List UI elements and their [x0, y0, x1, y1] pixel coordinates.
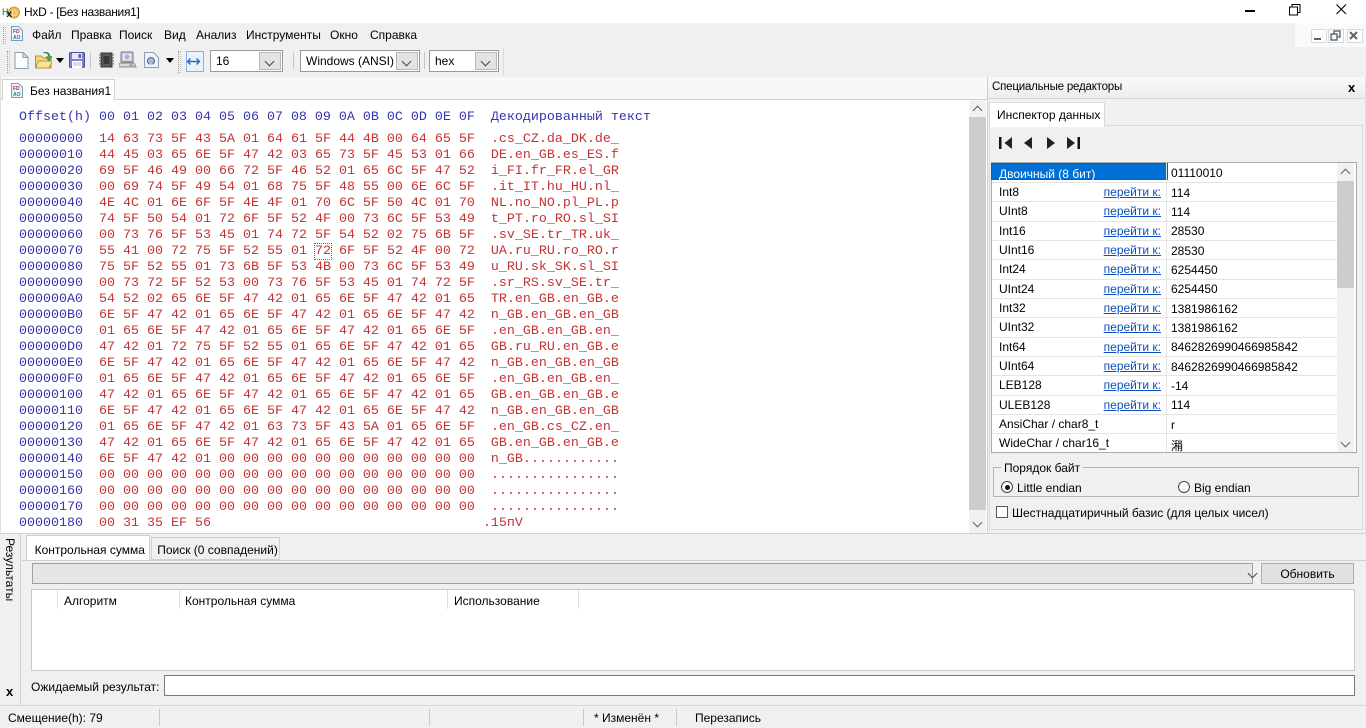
- svg-text:AO: AO: [13, 35, 21, 41]
- svg-text:x: x: [7, 9, 13, 19]
- svg-text:AO: AO: [13, 92, 21, 98]
- svg-text:D: D: [12, 9, 18, 18]
